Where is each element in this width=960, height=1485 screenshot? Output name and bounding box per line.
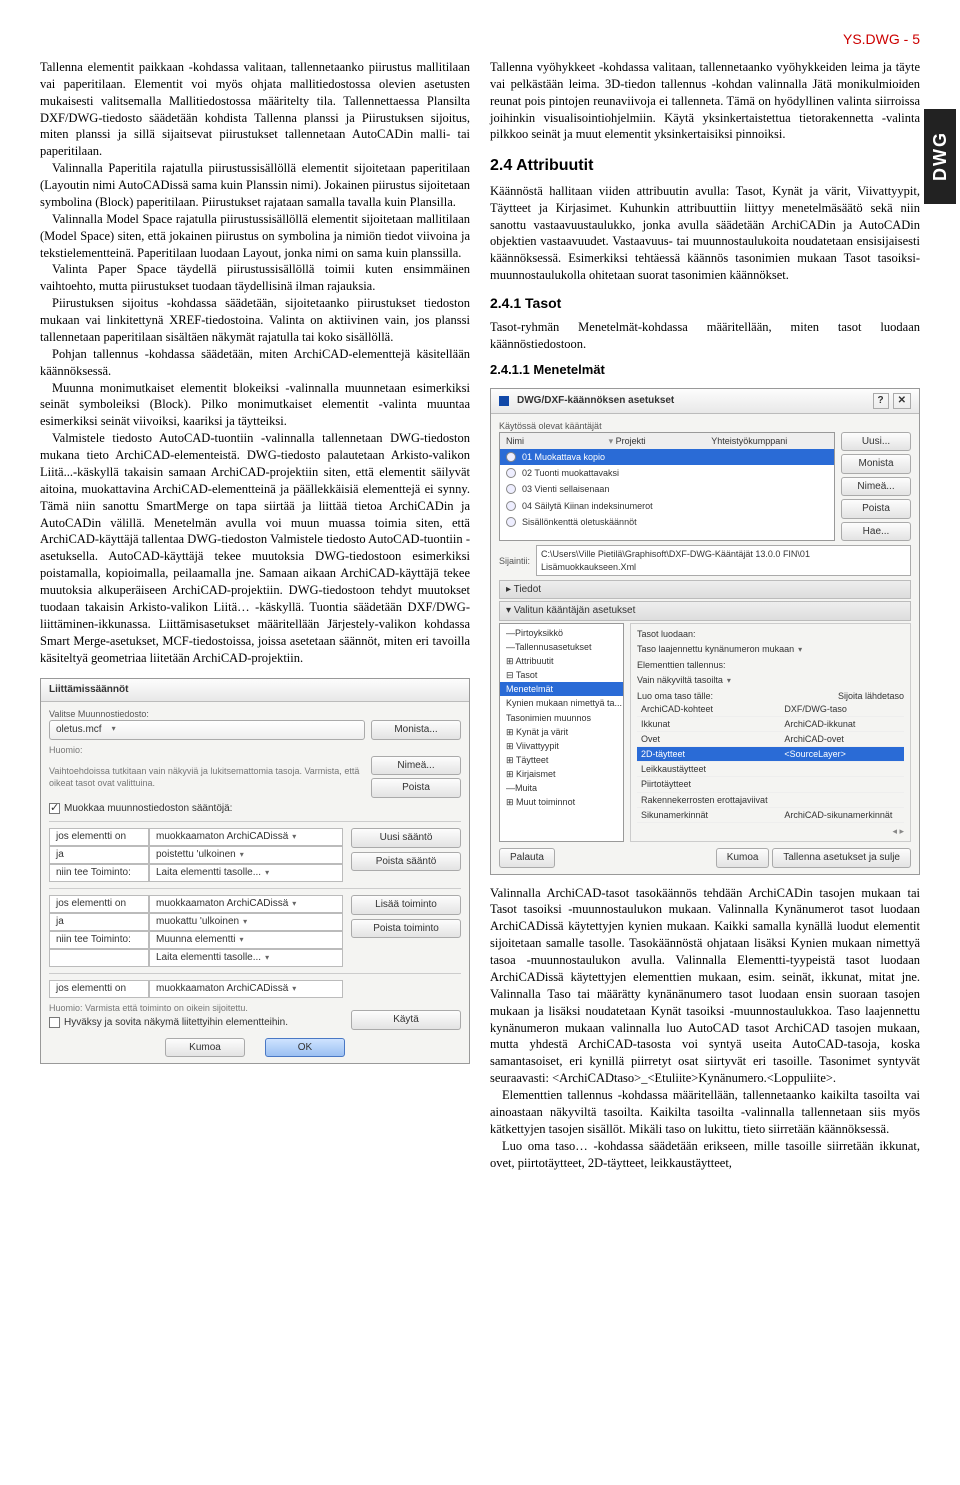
del-action-button[interactable]: Poista toiminto (351, 919, 461, 939)
left-p4: Valinta Paper Space täydellä piirustussi… (40, 261, 470, 295)
sec-valitun[interactable]: ▾ Valitun kääntäjän asetukset (499, 601, 911, 621)
loc-label: Sijaintii: (499, 555, 530, 567)
ok-button[interactable]: OK (265, 1038, 345, 1058)
apply-view-label: Hyväksy ja sovita näkymä liitettyihin el… (64, 1017, 288, 1028)
edit-rules-label: Muokkaa muunnostiedoston sääntöjä: (64, 803, 232, 814)
rule-5b[interactable]: muokattu 'ulkoinen (149, 913, 343, 931)
col-proj: ▾ Projekti (609, 435, 706, 447)
cancel2-button[interactable]: Kumoa (716, 848, 770, 868)
rule-1b[interactable]: muokkaamaton ArchiCADissä (149, 828, 343, 846)
cancel-button[interactable]: Kumoa (165, 1038, 245, 1058)
heading-2-4: 2.4 Attribuutit (490, 155, 920, 177)
col-name: Nimi (506, 435, 603, 447)
rule-7b[interactable]: Laita elementti tasolle... (149, 949, 343, 967)
conv-item-4[interactable]: Sisällönkenttä oletuskäännöt (500, 514, 834, 530)
left-p6: Pohjan tallennus -kohdassa säädetään, mi… (40, 346, 470, 380)
merge-rules-dialog: Liittämissäännöt Valitse Muunnostiedosto… (40, 678, 470, 1064)
hint-text: Vaihtoehdoissa tutkitaan vain näkyviä ja… (49, 765, 365, 789)
page-id: YS.DWG - 5 (40, 30, 920, 49)
save-close-button[interactable]: Tallenna asetukset ja sulje (772, 848, 911, 868)
dlg-title-text: DWG/DXF-käännöksen asetukset (517, 394, 674, 408)
left-p2: Valinnalla Paperitila rajatulla piirustu… (40, 160, 470, 211)
edit-rules-check[interactable] (49, 803, 60, 814)
sij-lah-label: Sijoita lähdetaso (838, 690, 904, 702)
right-p5: Elementtien tallennus -kohdassa määritel… (490, 1087, 920, 1138)
conv-item-1[interactable]: 02 Tuonti muokattavaksi (500, 465, 834, 481)
ren-button[interactable]: Nimeä... (841, 477, 911, 497)
dwg-settings-dialog: DWG/DXF-käännöksen asetukset ? ✕ Käytöss… (490, 388, 920, 874)
tasot-luodaan-label: Tasot luodaan: (637, 628, 904, 640)
elem-tall-label: Elementtien tallennus: (637, 659, 904, 671)
close-icon[interactable]: ✕ (893, 393, 911, 409)
rule-2b[interactable]: poistettu 'ulkoinen (149, 846, 343, 864)
footnote: Huomio: Varmista että toiminto on oikein… (49, 1002, 343, 1014)
rule-6a: niin tee Toiminto: (49, 931, 149, 949)
right-column: Tallenna vyöhykkeet -kohdassa valitaan, … (490, 59, 920, 1171)
path-box: C:\Users\Ville Pietilä\Graphisoft\DXF-DW… (536, 545, 911, 575)
rule-1a: jos elementti on (49, 828, 149, 846)
scroll-indicator: ◂ ▸ (637, 825, 904, 837)
methods-panel: Tasot luodaan: Taso laajennettu kynänume… (630, 623, 911, 842)
hint-label: Huomio: (49, 745, 83, 755)
rule-4a: jos elementti on (49, 895, 149, 913)
top-label: Käytössä olevat kääntäjät (499, 420, 911, 432)
dialog-title: Liittämissäännöt (41, 679, 469, 702)
app-icon (499, 396, 509, 406)
left-p7: Muunna monimutkaiset elementit blokeiksi… (40, 380, 470, 431)
rule-2a: ja (49, 846, 149, 864)
rule-3a: niin tee Toiminto: (49, 864, 149, 882)
heading-2-4-1: 2.4.1 Tasot (490, 294, 920, 313)
conv-item-0[interactable]: 01 Muokattava kopio (500, 449, 834, 465)
rename-button[interactable]: Nimeä... (371, 756, 461, 776)
col-partner: Yhteistyökumppani (711, 435, 787, 447)
apply-button[interactable]: Käytä (351, 1010, 461, 1030)
right-p1: Tallenna vyöhykkeet -kohdassa valitaan, … (490, 59, 920, 143)
elem-tall-dd[interactable]: Vain näkyviltä tasoilta (637, 674, 904, 687)
heading-2-4-1-1: 2.4.1.1 Menetelmät (490, 361, 920, 379)
new-button[interactable]: Uusi... (841, 432, 911, 452)
conv-item-2[interactable]: 03 Vienti sellaisenaan (500, 481, 834, 497)
rule-6b[interactable]: Muunna elementti (149, 931, 343, 949)
left-p3: Valinnalla Model Space rajatulla piirust… (40, 211, 470, 262)
left-column: Tallenna elementit paikkaan -kohdassa va… (40, 59, 470, 1171)
rule-3b[interactable]: Laita elementti tasolle... (149, 864, 343, 882)
layer-map-table[interactable]: ArchiCAD-kohteetDXF/DWG-taso IkkunatArch… (637, 702, 904, 823)
right-p3: Tasot-ryhmän Menetelmät-kohdassa määrite… (490, 319, 920, 353)
right-p2: Käännöstä hallitaan viiden attribuutin a… (490, 183, 920, 284)
apply-view-check[interactable] (49, 1017, 60, 1028)
rule-4b[interactable]: muokkaamaton ArchiCADissä (149, 895, 343, 913)
restore-button[interactable]: Palauta (499, 848, 555, 868)
luo-taso-label: Luo oma taso tälle: (637, 690, 713, 702)
side-tab-dwg: DWG (924, 109, 956, 204)
taso-method-dd[interactable]: Taso laajennettu kynänumeron mukaan (637, 643, 904, 656)
add-action-button[interactable]: Lisää toiminto (351, 895, 461, 915)
help-icon[interactable]: ? (873, 393, 889, 409)
del-rule-button[interactable]: Poista sääntö (351, 852, 461, 872)
right-p4: Valinnalla ArchiCAD-tasot tasokäännös te… (490, 885, 920, 1088)
rule-5a: ja (49, 913, 149, 931)
conv-file-dropdown[interactable]: oletus.mcf (49, 720, 365, 740)
rule-8b[interactable]: muokkaamaton ArchiCADissä (149, 980, 343, 998)
conv-item-3[interactable]: 04 Säilytä Kiinan indeksinumerot (500, 498, 834, 514)
duplicate-button[interactable]: Monista... (371, 720, 461, 740)
right-p6: Luo oma taso… -kohdassa säädetään erikse… (490, 1138, 920, 1172)
left-p8: Valmistele tiedosto AutoCAD-tuontiin -va… (40, 430, 470, 666)
delete-button[interactable]: Poista (371, 778, 461, 798)
settings-tree[interactable]: —Pirtoyksikkö —Tallennusasetukset ⊞ Attr… (499, 623, 624, 842)
left-p1: Tallenna elementit paikkaan -kohdassa va… (40, 59, 470, 160)
select-conv-label: Valitse Muunnostiedosto: (49, 708, 461, 720)
new-rule-button[interactable]: Uusi sääntö (351, 828, 461, 848)
left-p5: Piirustuksen sijoitus -kohdassa säädetää… (40, 295, 470, 346)
rule-8a: jos elementti on (49, 980, 149, 998)
get-button[interactable]: Hae... (841, 522, 911, 542)
sec-tiedot[interactable]: ▸ Tiedot (499, 580, 911, 600)
del-button[interactable]: Poista (841, 499, 911, 519)
dup-button[interactable]: Monista (841, 454, 911, 474)
